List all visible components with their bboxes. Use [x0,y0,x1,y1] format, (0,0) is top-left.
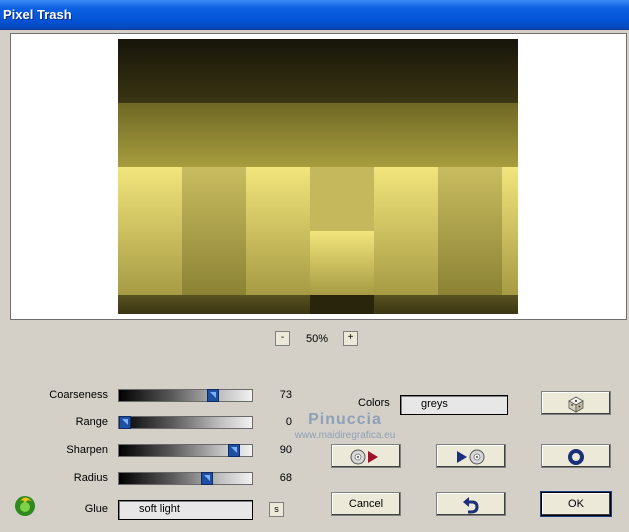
glue-select[interactable]: soft light [118,500,253,520]
cancel-button[interactable]: Cancel [331,492,401,516]
play-disc-icon [457,449,485,465]
range-slider[interactable] [118,416,253,429]
glue-s-button[interactable]: s [269,502,284,517]
watermark-title: Pinuccia [308,411,382,428]
range-slider-thumb[interactable] [119,416,131,429]
coarseness-label: Coarseness [49,389,108,401]
sharpen-slider[interactable] [118,444,253,457]
range-label: Range [75,416,108,428]
preset-prev-button[interactable] [331,444,401,468]
glue-label: Glue [84,503,108,515]
zoom-level: 50% [305,333,329,345]
dice-icon [568,396,584,413]
coarseness-slider[interactable] [118,389,253,402]
zoom-out-button[interactable]: - [275,331,290,346]
undo-arrow-icon [463,497,479,514]
sharpen-label: Sharpen [66,444,108,456]
colors-select[interactable]: greys [400,395,508,415]
preview-image [118,39,518,314]
coarseness-value: 73 [279,389,292,401]
coarseness-slider-thumb[interactable] [207,389,219,402]
watermark-url: www.maidiregrafica.eu [294,430,396,441]
undo-button[interactable] [436,492,506,516]
sharpen-value: 90 [279,444,292,456]
radius-slider-thumb[interactable] [201,472,213,485]
watermark: Pinuccia www.maidiregrafica.eu [285,411,405,441]
radius-value: 68 [279,472,292,484]
preset-next-button[interactable] [436,444,506,468]
colors-label: Colors [358,397,390,409]
reset-button[interactable] [541,444,611,468]
random-button[interactable] [541,391,611,415]
title-bar[interactable]: Pixel Trash [0,0,629,30]
disc-play-icon [350,449,378,465]
window-title: Pixel Trash [3,7,72,22]
radius-label: Radius [73,472,108,484]
circle-icon [568,449,584,465]
zoom-in-button[interactable]: + [343,331,358,346]
radius-slider[interactable] [118,472,253,485]
ok-button[interactable]: OK [541,492,611,516]
sharpen-slider-thumb[interactable] [228,444,240,457]
